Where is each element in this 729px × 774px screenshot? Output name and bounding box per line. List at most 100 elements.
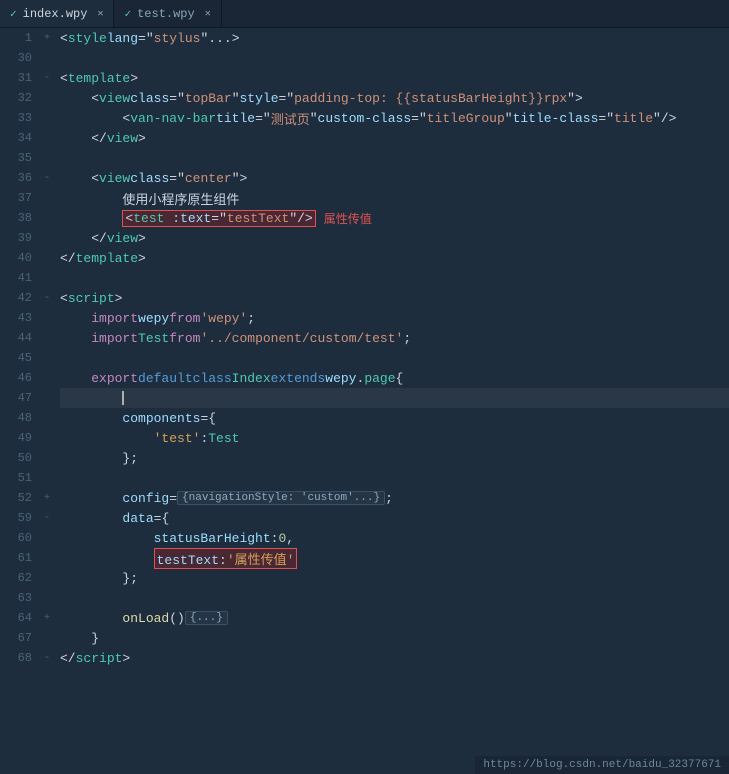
ln-48: 48 (0, 408, 32, 428)
fold-68[interactable]: - (38, 648, 56, 668)
ln-59: 59 (0, 508, 32, 528)
tab-icon-index: ✓ (10, 7, 17, 21)
code-line-47 (60, 388, 729, 408)
ln-64: 64 (0, 608, 32, 628)
fold-1[interactable]: + (38, 28, 56, 48)
code-line-39: </view> (60, 228, 729, 248)
code-line-40: </template> (60, 248, 729, 268)
tab-close-index[interactable]: ✕ (97, 8, 103, 20)
code-line-62: }; (60, 568, 729, 588)
fold-37 (38, 188, 56, 208)
code-line-46: export default class Index extends wepy.… (60, 368, 729, 388)
ln-35: 35 (0, 148, 32, 168)
fold-62 (38, 568, 56, 588)
code-line-64: onLoad() {...} (60, 608, 729, 628)
ln-47: 47 (0, 388, 32, 408)
fold-46 (38, 368, 56, 388)
tab-close-test[interactable]: ✕ (205, 8, 211, 20)
fold-43 (38, 308, 56, 328)
code-line-68: </script> (60, 648, 729, 668)
tab-test-wpy[interactable]: ✓ test.wpy ✕ (114, 0, 221, 27)
ln-38: 38 (0, 208, 32, 228)
code-line-48: components = { (60, 408, 729, 428)
code-line-61: testText:'属性传值' (60, 548, 729, 568)
code-line-52: config = {navigationStyle: 'custom'...}; (60, 488, 729, 508)
fold-41 (38, 268, 56, 288)
fold-42[interactable]: - (38, 288, 56, 308)
ln-36: 36 (0, 168, 32, 188)
ln-30: 30 (0, 48, 32, 68)
code-line-51 (60, 468, 729, 488)
fold-63 (38, 588, 56, 608)
fold-61 (38, 548, 56, 568)
code-area: <style lang="stylus"...> <template> <vie… (56, 28, 729, 774)
fold-col: + - - - + - + - (38, 28, 56, 774)
ln-32: 32 (0, 88, 32, 108)
ln-39: 39 (0, 228, 32, 248)
ln-63: 63 (0, 588, 32, 608)
code-line-43: import wepy from 'wepy'; (60, 308, 729, 328)
ln-31: 31 (0, 68, 32, 88)
fold-35 (38, 148, 56, 168)
ln-40: 40 (0, 248, 32, 268)
code-line-59: data = { (60, 508, 729, 528)
tab-label-index: index.wpy (23, 7, 88, 21)
fold-39 (38, 228, 56, 248)
code-line-67: } (60, 628, 729, 648)
code-line-45 (60, 348, 729, 368)
fold-38 (38, 208, 56, 228)
code-line-42: <script> (60, 288, 729, 308)
ln-60: 60 (0, 528, 32, 548)
fold-44 (38, 328, 56, 348)
fold-36[interactable]: - (38, 168, 56, 188)
code-line-38: <test :text="testText"/>属性传值 (60, 208, 729, 228)
tab-icon-test: ✓ (124, 7, 131, 21)
fold-60 (38, 528, 56, 548)
ln-41: 41 (0, 268, 32, 288)
tab-bar: ✓ index.wpy ✕ ✓ test.wpy ✕ (0, 0, 729, 28)
fold-30 (38, 48, 56, 68)
code-line-35 (60, 148, 729, 168)
code-line-30 (60, 48, 729, 68)
fold-49 (38, 428, 56, 448)
editor-body: 1 30 31 32 33 34 35 36 37 38 39 40 41 42… (0, 28, 729, 774)
code-line-49: 'test': Test (60, 428, 729, 448)
ln-43: 43 (0, 308, 32, 328)
code-line-50: }; (60, 448, 729, 468)
ln-33: 33 (0, 108, 32, 128)
code-line-60: statusBarHeight: 0, (60, 528, 729, 548)
fold-40 (38, 248, 56, 268)
tab-label-test: test.wpy (137, 7, 195, 21)
fold-64[interactable]: + (38, 608, 56, 628)
fold-31[interactable]: - (38, 68, 56, 88)
code-line-41 (60, 268, 729, 288)
ln-46: 46 (0, 368, 32, 388)
fold-59[interactable]: - (38, 508, 56, 528)
ln-49: 49 (0, 428, 32, 448)
code-line-32: <view class="topBar" style="padding-top:… (60, 88, 729, 108)
code-line-36: <view class="center"> (60, 168, 729, 188)
fold-34 (38, 128, 56, 148)
code-line-31: <template> (60, 68, 729, 88)
ln-50: 50 (0, 448, 32, 468)
tab-index-wpy[interactable]: ✓ index.wpy ✕ (0, 0, 114, 27)
ln-52: 52 (0, 488, 32, 508)
fold-51 (38, 468, 56, 488)
ln-68: 68 (0, 648, 32, 668)
ln-61: 61 (0, 548, 32, 568)
ln-1: 1 (0, 28, 32, 48)
ln-37: 37 (0, 188, 32, 208)
blog-url: https://blog.csdn.net/baidu_32377671 (483, 759, 721, 771)
ln-34: 34 (0, 128, 32, 148)
ln-62: 62 (0, 568, 32, 588)
line-numbers-col: 1 30 31 32 33 34 35 36 37 38 39 40 41 42… (0, 28, 38, 774)
ln-45: 45 (0, 348, 32, 368)
fold-67 (38, 628, 56, 648)
ln-44: 44 (0, 328, 32, 348)
fold-47 (38, 388, 56, 408)
code-line-37: 使用小程序原生组件 (60, 188, 729, 208)
fold-50 (38, 448, 56, 468)
code-line-34: </view> (60, 128, 729, 148)
ln-51: 51 (0, 468, 32, 488)
fold-52[interactable]: + (38, 488, 56, 508)
